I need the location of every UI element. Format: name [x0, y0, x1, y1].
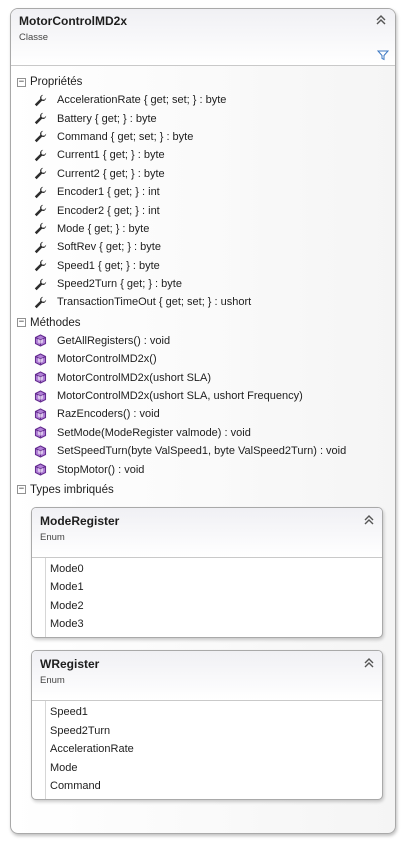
properties-section-title: Propriétés: [30, 76, 83, 88]
enum-value[interactable]: AccelerationRate: [49, 740, 382, 758]
method-label: StopMotor() : void: [57, 463, 145, 476]
property-item[interactable]: SoftRev { get; } : byte: [11, 238, 395, 256]
filter-icon[interactable]: [376, 49, 390, 61]
nested-enum-values: Speed1 Speed2Turn AccelerationRate Mode Comm…: [32, 701, 382, 800]
property-item[interactable]: Encoder1 { get; } : int: [11, 183, 395, 201]
method-cube-icon: [33, 371, 47, 385]
method-label: SetSpeedTurn(byte ValSpeed1, byte ValSpe…: [57, 445, 347, 458]
method-item[interactable]: GetAllRegisters() : void: [11, 332, 395, 350]
wrench-icon: [33, 148, 47, 162]
method-item[interactable]: SetMode(ModeRegister valmode) : void: [11, 424, 395, 442]
property-item[interactable]: Command { get; set; } : byte: [11, 128, 395, 146]
method-item[interactable]: MotorControlMD2x(): [11, 350, 395, 368]
nested-types-list: ModeRegister Enum Mode0 Mode1 Mode2 Mode3 W…: [11, 499, 395, 801]
nested-types-section-header[interactable]: − Types imbriqués: [11, 481, 395, 499]
property-label: Encoder1 { get; } : int: [57, 186, 160, 199]
wrench-icon: [33, 277, 47, 291]
properties-section-header[interactable]: − Propriétés: [11, 73, 395, 91]
property-item[interactable]: Speed2Turn { get; } : byte: [11, 275, 395, 293]
nested-enum-values: Mode0 Mode1 Mode2 Mode3: [32, 557, 382, 638]
class-shape[interactable]: MotorControlMD2x Classe − Propriétés Acc…: [10, 8, 396, 834]
method-item[interactable]: MotorControlMD2x(ushort SLA, ushort Freq…: [11, 387, 395, 405]
collapse-toggle-icon[interactable]: −: [17, 77, 26, 87]
property-label: Command { get; set; } : byte: [57, 130, 194, 143]
property-label: Speed1 { get; } : byte: [57, 259, 160, 272]
method-label: MotorControlMD2x(ushort SLA): [57, 371, 212, 384]
property-label: Speed2Turn { get; } : byte: [57, 278, 182, 291]
nested-enum-subtitle: Enum: [40, 531, 65, 543]
property-item[interactable]: Speed1 { get; } : byte: [11, 257, 395, 275]
enum-value[interactable]: Mode2: [49, 597, 382, 615]
nested-types-section-title: Types imbriqués: [30, 483, 114, 496]
methods-section-title: Méthodes: [30, 316, 81, 329]
nested-enum-shape[interactable]: WRegister Enum Speed1 Speed2Turn Accelerat…: [31, 650, 383, 801]
chevron-double-up-icon[interactable]: [363, 657, 375, 669]
enum-value[interactable]: Command: [49, 777, 382, 795]
method-cube-icon: [33, 426, 47, 440]
method-label: MotorControlMD2x(): [57, 353, 157, 366]
property-label: Current1 { get; } : byte: [57, 149, 165, 162]
method-item[interactable]: MotorControlMD2x(ushort SLA): [11, 368, 395, 386]
nested-enum-title: WRegister: [40, 657, 100, 672]
enum-value[interactable]: Mode1: [49, 578, 382, 596]
method-item[interactable]: SetSpeedTurn(byte ValSpeed1, byte ValSpe…: [11, 442, 395, 460]
method-label: SetMode(ModeRegister valmode) : void: [57, 426, 251, 439]
property-item[interactable]: TransactionTimeOut { get; set; } : ushor…: [11, 293, 395, 311]
class-title: MotorControlMD2x: [19, 14, 127, 28]
class-subtitle: Classe: [19, 32, 49, 43]
class-header[interactable]: MotorControlMD2x Classe: [11, 9, 395, 66]
enum-value[interactable]: Mode3: [49, 615, 382, 633]
enum-value[interactable]: Mode: [49, 759, 382, 777]
enum-value[interactable]: Speed1: [49, 703, 382, 721]
property-label: Battery { get; } : byte: [57, 112, 157, 125]
properties-list: AccelerationRate { get; set; } : byte Bat…: [11, 91, 395, 312]
method-label: RazEncoders() : void: [57, 408, 160, 421]
property-label: Encoder2 { get; } : int: [57, 204, 160, 217]
nested-enum-subtitle: Enum: [40, 675, 65, 687]
wrench-icon: [33, 93, 47, 107]
wrench-icon: [33, 112, 47, 126]
property-item[interactable]: Battery { get; } : byte: [11, 109, 395, 127]
method-cube-icon: [33, 407, 47, 421]
method-cube-icon: [33, 444, 47, 458]
property-item[interactable]: AccelerationRate { get; set; } : byte: [11, 91, 395, 109]
property-item[interactable]: Mode { get; } : byte: [11, 220, 395, 238]
property-label: AccelerationRate { get; set; } : byte: [57, 94, 227, 107]
chevron-double-up-icon[interactable]: [363, 514, 375, 526]
enum-value[interactable]: Speed2Turn: [49, 722, 382, 740]
enum-value[interactable]: Mode0: [49, 560, 382, 578]
property-label: Current2 { get; } : byte: [57, 167, 165, 180]
property-item[interactable]: Encoder2 { get; } : int: [11, 201, 395, 219]
method-cube-icon: [33, 334, 47, 348]
wrench-icon: [33, 259, 47, 273]
wrench-icon: [33, 130, 47, 144]
collapse-toggle-icon[interactable]: −: [17, 318, 26, 328]
wrench-icon: [33, 204, 47, 218]
property-item[interactable]: Current2 { get; } : byte: [11, 165, 395, 183]
wrench-icon: [33, 185, 47, 199]
wrench-icon: [33, 240, 47, 254]
property-label: SoftRev { get; } : byte: [57, 241, 161, 254]
wrench-icon: [33, 295, 47, 309]
nested-enum-shape[interactable]: ModeRegister Enum Mode0 Mode1 Mode2 Mode3: [31, 506, 383, 639]
wrench-icon: [33, 222, 47, 236]
property-item[interactable]: Current1 { get; } : byte: [11, 146, 395, 164]
collapse-toggle-icon[interactable]: −: [17, 485, 26, 495]
method-cube-icon: [33, 352, 47, 366]
nested-enum-title: ModeRegister: [40, 513, 120, 528]
methods-list: GetAllRegisters() : void MotorControlMD2x…: [11, 332, 395, 479]
method-label: MotorControlMD2x(ushort SLA, ushort Freq…: [57, 390, 303, 403]
wrench-icon: [33, 167, 47, 181]
method-item[interactable]: RazEncoders() : void: [11, 405, 395, 423]
nested-enum-header[interactable]: ModeRegister Enum: [32, 507, 382, 558]
method-cube-icon: [33, 463, 47, 477]
method-label: GetAllRegisters() : void: [57, 334, 171, 347]
property-label: TransactionTimeOut { get; set; } : ushor…: [57, 296, 252, 309]
methods-section-header[interactable]: − Méthodes: [11, 314, 395, 332]
property-label: Mode { get; } : byte: [57, 222, 150, 235]
chevron-double-up-icon[interactable]: [375, 14, 387, 26]
method-item[interactable]: StopMotor() : void: [11, 460, 395, 478]
nested-enum-header[interactable]: WRegister Enum: [32, 651, 382, 702]
method-cube-icon: [33, 389, 47, 403]
